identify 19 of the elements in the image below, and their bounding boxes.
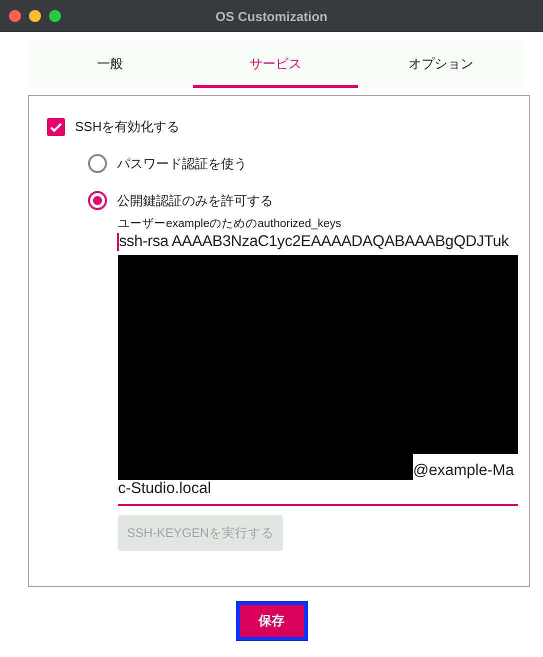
key-text: @example-Ma [413, 462, 514, 480]
checkbox-label: SSHを有効化する [75, 118, 180, 136]
save-button[interactable]: 保存 [236, 601, 308, 641]
window-title: OS Customization [216, 8, 328, 24]
tab[interactable]: 一般 [27, 42, 193, 88]
field-label: ユーザーexampleのためのauthorized_keys [118, 217, 342, 231]
text-area[interactable]: ssh-rsa AAAAB3NzaC1yc2EAAAADAQABAAABgQDJTuk @example-Ma c-Studio.local [118, 233, 518, 506]
checkbox[interactable] [47, 118, 65, 136]
minimize-button[interactable] [29, 10, 41, 22]
radio-button[interactable] [88, 154, 107, 173]
key-text: c-Studio.local [118, 480, 212, 498]
radio-label: 公開鍵認証のみを許可する [117, 192, 273, 210]
zoom-button[interactable] [49, 10, 61, 22]
radio-label: パスワード認証を使う [117, 154, 247, 172]
radio-button[interactable] [88, 191, 107, 210]
tab[interactable]: サービス [192, 42, 358, 88]
tab[interactable]: オプション [358, 42, 524, 88]
key-text: ssh-rsa AAAAB3NzaC1yc2EAAAADAQABAAABgQDJTuk [117, 233, 518, 251]
close-button[interactable] [9, 10, 21, 22]
